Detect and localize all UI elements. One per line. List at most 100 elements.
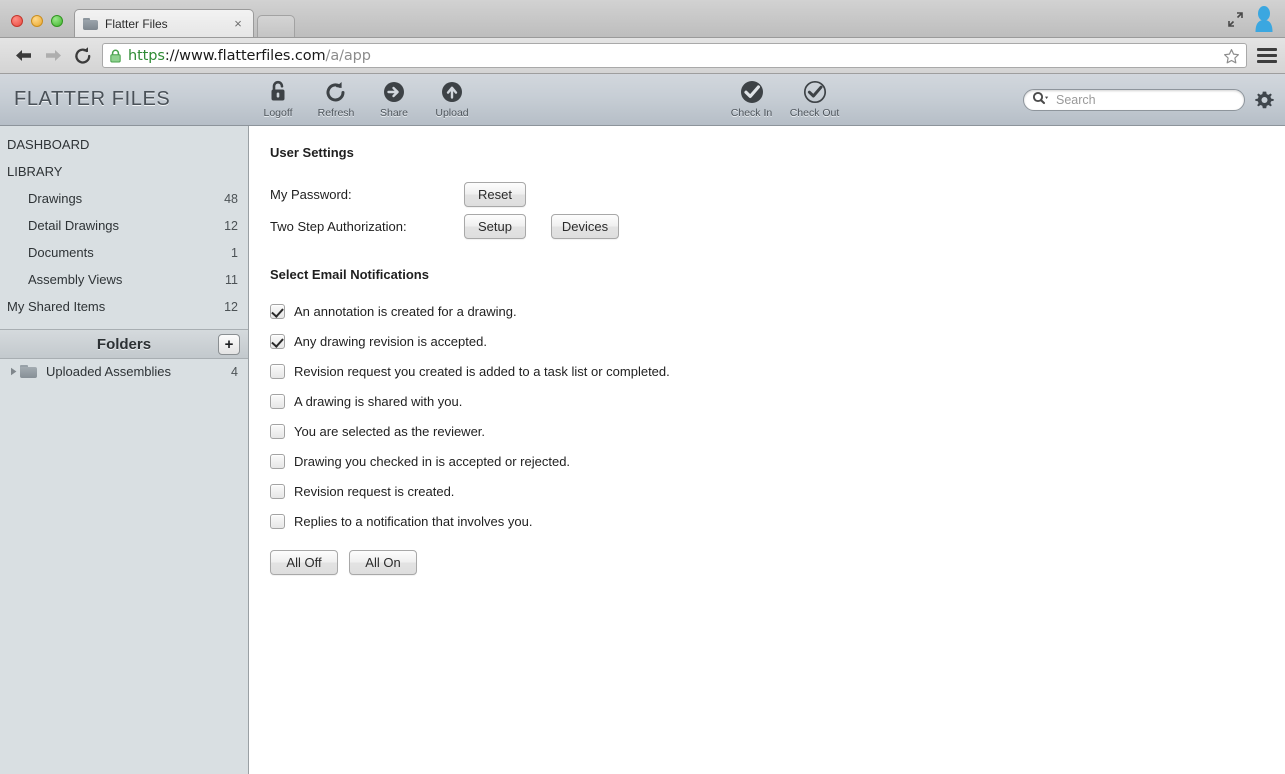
two-step-label: Two Step Authorization:	[270, 218, 407, 234]
refresh-icon	[324, 79, 348, 105]
url-host: ://www.flatterfiles.com	[164, 47, 326, 64]
app-brand: FLATTER FILES	[14, 88, 171, 110]
folder-item-count: 4	[231, 364, 238, 379]
sidebar-item-count: 11	[225, 272, 238, 287]
sidebar-item-documents[interactable]: Documents 1	[0, 239, 248, 266]
notification-row[interactable]: Revision request you created is added to…	[270, 356, 1285, 386]
zoom-window-button[interactable]	[51, 15, 63, 27]
notification-label: An annotation is created for a drawing.	[294, 303, 517, 319]
browser-tab[interactable]: Flatter Files ×	[74, 9, 254, 37]
folder-icon	[83, 17, 98, 30]
url-text: https://www.flatterfiles.com/a/app	[128, 48, 371, 64]
sidebar-item-detail-drawings[interactable]: Detail Drawings 12	[0, 212, 248, 239]
notification-checkbox[interactable]	[270, 393, 285, 409]
check-in-button[interactable]: Check In	[720, 79, 783, 119]
sidebar-item-dashboard[interactable]: DASHBOARD	[0, 131, 248, 158]
two-step-devices-button[interactable]: Devices	[551, 213, 619, 239]
notification-row[interactable]: A drawing is shared with you.	[270, 386, 1285, 416]
sidebar-item-count: 1	[231, 245, 238, 260]
chevron-right-icon[interactable]	[7, 367, 20, 376]
star-icon[interactable]	[1223, 48, 1240, 65]
two-step-row: Two Step Authorization: Setup Devices	[270, 210, 1285, 242]
notification-checkbox[interactable]	[270, 303, 285, 319]
url-path: /a/app	[325, 47, 371, 64]
share-arrow-icon	[382, 79, 406, 105]
app-toolbar: FLATTER FILES Logoff Refresh Share Uploa…	[0, 74, 1285, 126]
back-arrow-icon[interactable]	[8, 42, 38, 70]
address-bar[interactable]: https://www.flatterfiles.com/a/app	[102, 43, 1247, 68]
search-input[interactable]	[1054, 92, 1236, 108]
notification-label: You are selected as the reviewer.	[294, 423, 486, 439]
check-in-icon	[739, 79, 765, 105]
sidebar-item-library[interactable]: LIBRARY	[0, 158, 248, 185]
notification-row[interactable]: Drawing you checked in is accepted or re…	[270, 446, 1285, 476]
sidebar: DASHBOARD LIBRARY Drawings 48 Detail Dra…	[0, 126, 249, 774]
upload-arrow-icon	[440, 79, 464, 105]
toolbar-label: Share	[379, 107, 409, 119]
notification-label: Revision request you created is added to…	[294, 363, 670, 379]
notification-label: Revision request is created.	[294, 483, 455, 499]
reload-icon[interactable]	[68, 42, 98, 70]
url-scheme: https	[128, 47, 165, 64]
sidebar-item-label: My Shared Items	[7, 299, 106, 314]
forward-arrow-icon[interactable]	[38, 42, 68, 70]
folder-item-uploaded-assemblies[interactable]: Uploaded Assemblies 4	[0, 359, 248, 384]
sidebar-item-label: Detail Drawings	[28, 218, 120, 233]
notification-row[interactable]: An annotation is created for a drawing.	[270, 296, 1285, 326]
refresh-button[interactable]: Refresh	[307, 79, 365, 119]
notification-bulk-actions: All Off All On	[270, 550, 1285, 575]
notification-checkbox[interactable]	[270, 363, 285, 379]
search-magnifier-icon[interactable]	[1032, 91, 1049, 110]
notification-checkbox[interactable]	[270, 513, 285, 529]
sidebar-item-assembly-views[interactable]: Assembly Views 11	[0, 266, 248, 293]
unlock-icon	[266, 79, 290, 105]
minimize-window-button[interactable]	[31, 15, 43, 27]
share-button[interactable]: Share	[365, 79, 423, 119]
sidebar-item-my-shared-items[interactable]: My Shared Items 12	[0, 293, 248, 320]
all-off-button[interactable]: All Off	[270, 550, 338, 575]
notification-row[interactable]: Any drawing revision is accepted.	[270, 326, 1285, 356]
new-tab-button[interactable]	[257, 15, 295, 37]
notification-checkbox[interactable]	[270, 483, 285, 499]
notification-checkbox[interactable]	[270, 423, 285, 439]
sidebar-item-label: Drawings	[28, 191, 83, 206]
flatter-files-app: FLATTER FILES Logoff Refresh Share Uploa…	[0, 74, 1285, 774]
sidebar-item-drawings[interactable]: Drawings 48	[0, 185, 248, 212]
browser-navbar: https://www.flatterfiles.com/a/app	[0, 38, 1285, 74]
toolbar-actions-right: Check In Check Out	[720, 79, 846, 119]
notification-row[interactable]: You are selected as the reviewer.	[270, 416, 1285, 446]
main-content: User Settings My Password: Reset Two Ste…	[249, 126, 1285, 774]
hamburger-menu-icon[interactable]	[1257, 45, 1277, 67]
folders-title: Folders	[96, 335, 152, 353]
app-body: DASHBOARD LIBRARY Drawings 48 Detail Dra…	[0, 126, 1285, 774]
notification-checkbox[interactable]	[270, 453, 285, 469]
sidebar-item-label: Assembly Views	[28, 272, 123, 287]
gear-icon[interactable]	[1254, 90, 1275, 111]
close-window-button[interactable]	[11, 15, 23, 27]
notification-label: Drawing you checked in is accepted or re…	[294, 453, 571, 469]
email-notifications-title: Select Email Notifications	[270, 267, 429, 282]
lock-icon	[109, 49, 122, 63]
notification-checkbox[interactable]	[270, 333, 285, 349]
sidebar-item-count: 48	[224, 191, 238, 206]
sidebar-item-label: Documents	[28, 245, 94, 260]
check-out-button[interactable]: Check Out	[783, 79, 846, 119]
password-row: My Password: Reset	[270, 178, 1285, 210]
close-icon[interactable]: ×	[231, 17, 245, 31]
search-box[interactable]	[1023, 89, 1245, 111]
notification-label: Replies to a notification that involves …	[294, 513, 533, 529]
two-step-setup-button[interactable]: Setup	[464, 213, 526, 239]
upload-button[interactable]: Upload	[423, 79, 481, 119]
toolbar-actions-left: Logoff Refresh Share Upload	[249, 74, 481, 125]
user-settings-title: User Settings	[270, 145, 354, 160]
notification-row[interactable]: Replies to a notification that involves …	[270, 506, 1285, 536]
notification-row[interactable]: Revision request is created.	[270, 476, 1285, 506]
sidebar-item-count: 12	[224, 218, 238, 233]
logoff-button[interactable]: Logoff	[249, 79, 307, 119]
maximize-icon[interactable]	[1227, 11, 1244, 28]
user-avatar-icon[interactable]	[1253, 6, 1275, 32]
folder-icon	[20, 365, 37, 378]
reset-password-button[interactable]: Reset	[464, 181, 526, 207]
add-folder-button[interactable]: +	[218, 334, 240, 355]
all-on-button[interactable]: All On	[349, 550, 417, 575]
